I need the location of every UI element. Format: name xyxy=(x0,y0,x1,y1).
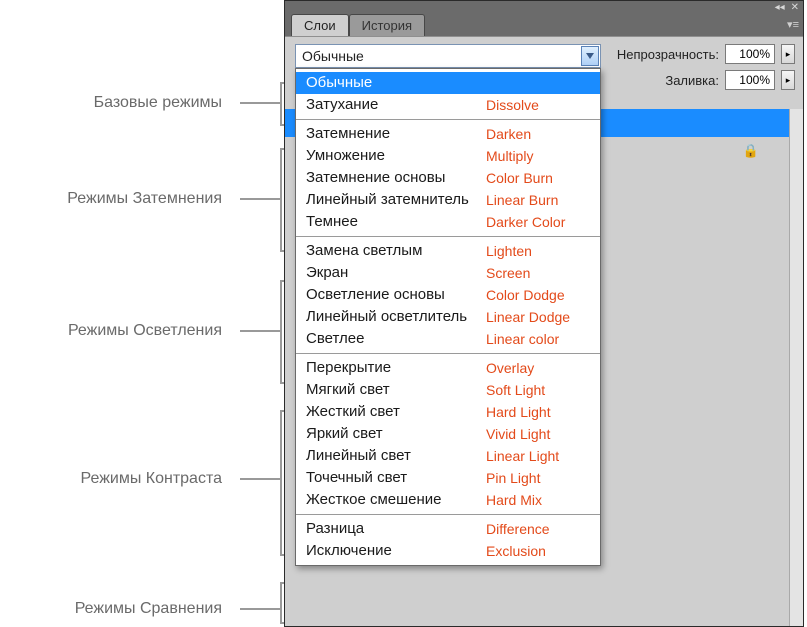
option-label-en: Vivid Light xyxy=(486,424,550,444)
annotation-darken: Режимы Затемнения xyxy=(67,190,222,208)
option-label-en: Lighten xyxy=(486,241,532,261)
option-label-ru: Исключение xyxy=(306,541,486,561)
annotation-base: Базовые режимы xyxy=(94,94,222,112)
blend-mode-option[interactable]: ТемнееDarker Color xyxy=(296,211,600,233)
option-label-en: Pin Light xyxy=(486,468,540,488)
option-label-ru: Разница xyxy=(306,519,486,539)
option-label-en: Overlay xyxy=(486,358,534,378)
connector-line xyxy=(240,102,280,104)
option-label-ru: Затухание xyxy=(306,95,486,115)
collapse-icon[interactable]: ◂◂ xyxy=(775,2,785,13)
option-label-ru: Осветление основы xyxy=(306,285,486,305)
connector-line xyxy=(240,478,280,480)
blend-mode-option[interactable]: ЗатемнениеDarken xyxy=(296,123,600,145)
tab-history[interactable]: История xyxy=(349,14,425,36)
option-label-en: Screen xyxy=(486,263,530,283)
blend-mode-option[interactable]: Линейный осветлительLinear Dodge xyxy=(296,306,600,328)
blend-mode-option[interactable]: Осветление основыColor Dodge xyxy=(296,284,600,306)
lock-icon: 🔒 xyxy=(743,143,759,159)
panel-menu-icon[interactable]: ▾≡ xyxy=(787,18,799,31)
option-label-en: Darken xyxy=(486,124,531,144)
blend-mode-option[interactable]: Обычные xyxy=(296,72,600,94)
blend-mode-option[interactable]: Затемнение основыColor Burn xyxy=(296,167,600,189)
option-label-en: Hard Mix xyxy=(486,490,542,510)
blend-mode-value: Обычные xyxy=(302,48,364,64)
panel-body: Непрозрачность: ▸ Заливка: ▸ 🔒 Обычные xyxy=(285,36,803,626)
option-label-ru: Перекрытие xyxy=(306,358,486,378)
option-label-ru: Обычные xyxy=(306,73,486,93)
scrollbar[interactable] xyxy=(789,109,803,626)
blend-mode-option[interactable]: Линейный затемнительLinear Burn xyxy=(296,189,600,211)
option-label-ru: Затемнение основы xyxy=(306,168,486,188)
tab-bar: Слои История ▾≡ xyxy=(285,14,803,36)
fill-input[interactable] xyxy=(725,70,775,90)
opacity-stepper[interactable]: ▸ xyxy=(781,44,795,64)
option-label-en: Color Burn xyxy=(486,168,553,188)
opacity-label: Непрозрачность: xyxy=(617,47,719,62)
dropdown-section: РазницаDifferenceИсключениеExclusion xyxy=(296,515,600,565)
option-label-ru: Замена светлым xyxy=(306,241,486,261)
fill-label: Заливка: xyxy=(665,73,719,88)
dropdown-section: Замена светлымLightenЭкранScreenОсветлен… xyxy=(296,237,600,354)
blend-mode-option[interactable]: Линейный светLinear Light xyxy=(296,445,600,467)
blend-mode-option[interactable]: ЗатуханиеDissolve xyxy=(296,94,600,116)
option-label-ru: Линейный затемнитель xyxy=(306,190,486,210)
blend-mode-option[interactable]: ИсключениеExclusion xyxy=(296,540,600,562)
blend-mode-select[interactable]: Обычные xyxy=(295,44,601,68)
blend-mode-option[interactable]: Жесткий светHard Light xyxy=(296,401,600,423)
option-label-en: Difference xyxy=(486,519,550,539)
blend-mode-option[interactable]: СветлееLinear color xyxy=(296,328,600,350)
connector-line xyxy=(240,608,280,610)
blend-mode-dropdown: ОбычныеЗатуханиеDissolveЗатемнениеDarken… xyxy=(295,68,601,566)
option-label-ru: Точечный свет xyxy=(306,468,486,488)
layers-panel: ◂◂ ✕ Слои История ▾≡ Непрозрачность: ▸ З… xyxy=(284,0,804,627)
blend-mode-option[interactable]: РазницаDifference xyxy=(296,518,600,540)
blend-mode-option[interactable]: УмножениеMultiply xyxy=(296,145,600,167)
connector-line xyxy=(240,198,280,200)
option-label-en: Multiply xyxy=(486,146,533,166)
blend-mode-option[interactable]: Точечный светPin Light xyxy=(296,467,600,489)
option-label-ru: Темнее xyxy=(306,212,486,232)
blend-mode-combo: Обычные ОбычныеЗатуханиеDissolveЗатемнен… xyxy=(295,44,601,68)
option-label-en: Soft Light xyxy=(486,380,545,400)
option-label-en: Hard Light xyxy=(486,402,551,422)
chevron-down-icon[interactable] xyxy=(581,46,599,66)
annotation-lighten: Режимы Осветления xyxy=(68,322,222,340)
blend-mode-option[interactable]: ЭкранScreen xyxy=(296,262,600,284)
option-label-ru: Мягкий свет xyxy=(306,380,486,400)
option-label-ru: Умножение xyxy=(306,146,486,166)
option-label-ru: Светлее xyxy=(306,329,486,349)
option-label-ru: Жесткий свет xyxy=(306,402,486,422)
blend-mode-option[interactable]: Яркий светVivid Light xyxy=(296,423,600,445)
option-label-ru: Затемнение xyxy=(306,124,486,144)
blend-mode-option[interactable]: Замена светлымLighten xyxy=(296,240,600,262)
option-label-ru: Экран xyxy=(306,263,486,283)
option-label-ru: Линейный осветлитель xyxy=(306,307,486,327)
opacity-input[interactable] xyxy=(725,44,775,64)
annotation-contrast: Режимы Контраста xyxy=(81,470,223,488)
close-icon[interactable]: ✕ xyxy=(791,2,799,13)
option-label-en: Dissolve xyxy=(486,95,539,115)
option-label-en: Linear Burn xyxy=(486,190,558,210)
dropdown-section: ПерекрытиеOverlayМягкий светSoft LightЖе… xyxy=(296,354,600,515)
dropdown-section: ОбычныеЗатуханиеDissolve xyxy=(296,69,600,120)
blend-mode-option[interactable]: Мягкий светSoft Light xyxy=(296,379,600,401)
blend-mode-option[interactable]: ПерекрытиеOverlay xyxy=(296,357,600,379)
option-label-ru: Жесткое смешение xyxy=(306,490,486,510)
connector-line xyxy=(240,330,280,332)
tab-layers[interactable]: Слои xyxy=(291,14,349,36)
option-label-ru: Яркий свет xyxy=(306,424,486,444)
option-label-en: Linear Light xyxy=(486,446,559,466)
option-label-en: Color Dodge xyxy=(486,285,565,305)
annotation-compare: Режимы Сравнения xyxy=(75,600,222,618)
fill-stepper[interactable]: ▸ xyxy=(781,70,795,90)
option-label-en: Exclusion xyxy=(486,541,546,561)
option-label-en: Darker Color xyxy=(486,212,565,232)
option-label-ru: Линейный свет xyxy=(306,446,486,466)
panel-titlebar: ◂◂ ✕ xyxy=(285,1,803,14)
blend-mode-option[interactable]: Жесткое смешениеHard Mix xyxy=(296,489,600,511)
dropdown-section: ЗатемнениеDarkenУмножениеMultiplyЗатемне… xyxy=(296,120,600,237)
option-label-en: Linear color xyxy=(486,329,559,349)
option-label-en: Linear Dodge xyxy=(486,307,570,327)
